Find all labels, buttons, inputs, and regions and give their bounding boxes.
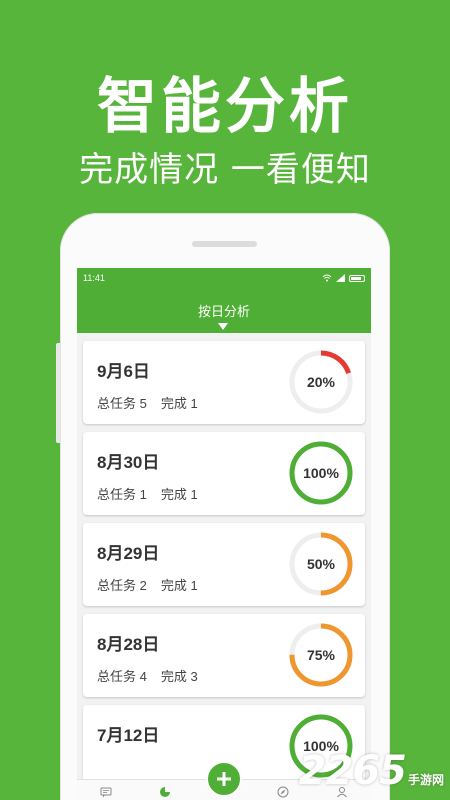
tab-chart[interactable]: 图表 — [136, 780, 195, 800]
pie-chart-icon — [160, 787, 171, 797]
watermark-logo: 2265 手游网 — [299, 748, 444, 794]
battery-icon — [349, 274, 365, 282]
total-tasks: 总任务 1 — [97, 487, 147, 502]
card-stats — [97, 757, 111, 772]
completed-tasks: 完成 3 — [160, 669, 198, 684]
day-card[interactable]: 8月29日总任务 2 完成 1 50% — [83, 523, 365, 606]
completion-percent: 20% — [306, 374, 336, 390]
card-date: 7月12日 — [97, 726, 160, 745]
plus-icon — [217, 772, 231, 786]
total-tasks: 总任务 5 — [97, 396, 147, 411]
day-card[interactable]: 9月6日总任务 5 完成 1 20% — [83, 341, 365, 424]
completion-ring: 75% — [287, 621, 355, 689]
view-mode-title[interactable]: 按日分析 — [198, 301, 250, 320]
card-date: 9月6日 — [97, 362, 150, 381]
total-tasks: 总任务 2 — [97, 578, 147, 593]
status-bar: 11:41 — [77, 268, 371, 288]
completion-ring: 20% — [287, 348, 355, 416]
app-bar: 按日分析 — [77, 288, 371, 333]
phone-mockup: 11:41 按日分析 9月6日总任务 5 完成 1 20% 8月30日总任务 1 完成 … — [60, 213, 390, 800]
completed-tasks: 完成 1 — [160, 578, 198, 593]
completed-tasks: 完成 1 — [160, 487, 198, 502]
promo-headline: 智能分析 — [97, 72, 353, 142]
analysis-list: 9月6日 总任务 5 完成 1 20% 8月30日 总任务 1 完成 1 100% 8月29日总… — [83, 341, 365, 796]
compass-icon — [277, 786, 289, 798]
completion-percent: 75% — [306, 647, 336, 663]
watermark-number: 2265 — [298, 748, 407, 794]
card-stats: 总任务 2 完成 1 — [97, 575, 198, 594]
tab-todo[interactable]: 待办 — [77, 780, 136, 800]
completion-percent: 50% — [306, 556, 336, 572]
promo-subline: 完成情况 一看便知 — [79, 150, 371, 190]
signal-icon — [336, 274, 345, 282]
card-date: 8月29日 — [97, 544, 160, 563]
card-stats: 总任务 1 完成 1 — [97, 484, 198, 503]
card-date: 8月30日 — [97, 453, 160, 472]
wifi-icon — [322, 274, 332, 282]
completed-tasks: 完成 1 — [160, 396, 198, 411]
card-date: 8月28日 — [97, 635, 160, 654]
chat-icon — [100, 787, 112, 798]
day-card[interactable]: 8月28日总任务 4 完成 3 75% — [83, 614, 365, 697]
completion-ring: 50% — [287, 530, 355, 598]
add-note-button[interactable] — [206, 761, 242, 797]
card-stats: 总任务 4 完成 3 — [97, 666, 198, 685]
status-icons — [322, 274, 365, 282]
completion-percent: 100% — [303, 465, 339, 481]
watermark-site: 手游网 — [407, 773, 444, 787]
dropdown-caret-icon[interactable] — [218, 323, 228, 330]
day-card[interactable]: 8月30日总任务 1 完成 1 100% — [83, 432, 365, 515]
status-time: 11:41 — [83, 273, 105, 283]
card-stats: 总任务 5 完成 1 — [97, 393, 198, 412]
completion-ring: 100% — [287, 439, 355, 507]
phone-screen: 11:41 按日分析 9月6日总任务 5 完成 1 20% 8月30日总任务 1 完成 … — [77, 268, 371, 800]
total-tasks: 总任务 4 — [97, 669, 147, 684]
phone-speaker — [192, 241, 257, 247]
